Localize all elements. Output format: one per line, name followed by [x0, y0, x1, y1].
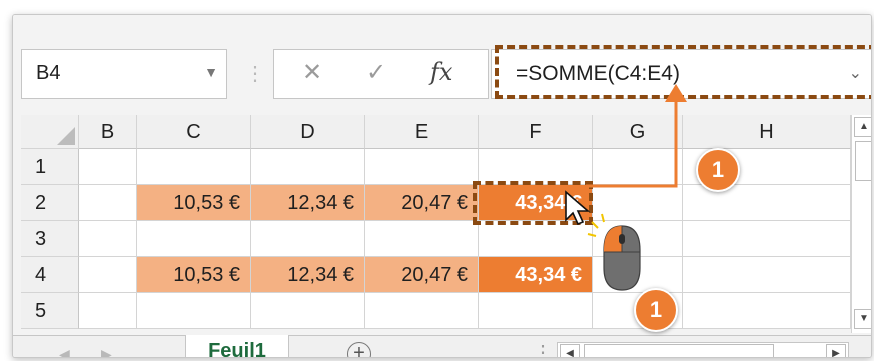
- cell-f4[interactable]: 43,34 €: [479, 257, 593, 293]
- cell-h5[interactable]: [683, 293, 851, 329]
- cell-f3[interactable]: [479, 221, 593, 257]
- cell-e2[interactable]: 20,47 €: [365, 185, 479, 221]
- cell-c1[interactable]: [137, 149, 251, 185]
- column-header-d[interactable]: D: [251, 115, 365, 149]
- sheet-tab-bar: ◀ ▶ Feuil1 + ⋮ ◀ ▶: [13, 335, 871, 357]
- add-sheet-icon[interactable]: +: [347, 342, 371, 357]
- select-all-corner[interactable]: [21, 115, 79, 149]
- cell-e4[interactable]: 20,47 €: [365, 257, 479, 293]
- column-header-f[interactable]: F: [479, 115, 593, 149]
- cell-d5[interactable]: [251, 293, 365, 329]
- cell-h4[interactable]: [683, 257, 851, 293]
- row-header-5[interactable]: 5: [21, 293, 79, 329]
- column-header-h[interactable]: H: [683, 115, 851, 149]
- horizontal-scroll-thumb[interactable]: [584, 344, 774, 357]
- vertical-scrollbar[interactable]: ▲ ▼: [851, 115, 871, 333]
- column-header-b[interactable]: B: [79, 115, 137, 149]
- cell-f1[interactable]: [479, 149, 593, 185]
- name-box[interactable]: B4 ▼: [21, 49, 227, 99]
- cell-d4[interactable]: 12,34 €: [251, 257, 365, 293]
- cell-g2[interactable]: [593, 185, 683, 221]
- cancel-icon[interactable]: ✕: [302, 58, 322, 87]
- scroll-right-icon[interactable]: ▶: [826, 344, 846, 357]
- formula-buttons: ✕ ✓ fx: [273, 49, 489, 99]
- row-header-1[interactable]: 1: [21, 149, 79, 185]
- step-badge-1-bottom: 1: [634, 288, 678, 332]
- dropdown-chevron-icon[interactable]: ▼: [204, 64, 218, 80]
- horizontal-scrollbar[interactable]: ◀ ▶: [557, 342, 849, 357]
- grip-dots: ⋮: [245, 63, 265, 85]
- cell-h3[interactable]: [683, 221, 851, 257]
- row-header-4[interactable]: 4: [21, 257, 79, 293]
- window-top-rim: [13, 15, 871, 33]
- cell-g3[interactable]: [593, 221, 683, 257]
- cell-d2[interactable]: 12,34 €: [251, 185, 365, 221]
- cell-c5[interactable]: [137, 293, 251, 329]
- fx-icon[interactable]: fx: [430, 58, 452, 86]
- cell-d1[interactable]: [251, 149, 365, 185]
- tab-splitter-dots[interactable]: ⋮: [533, 340, 553, 357]
- row-header-2[interactable]: 2: [21, 185, 79, 221]
- cell-b4[interactable]: [79, 257, 137, 293]
- spreadsheet-window: B4 ▼ ⋮ ✕ ✓ fx =SOMME(C4:E4) ⌄ B C D E F …: [12, 14, 872, 358]
- cell-e1[interactable]: [365, 149, 479, 185]
- formula-highlight-box: [495, 45, 871, 99]
- sheet-nav-next-icon[interactable]: ▶: [101, 346, 112, 357]
- selected-cell-highlight-box: [473, 181, 593, 225]
- cell-d3[interactable]: [251, 221, 365, 257]
- cell-b1[interactable]: [79, 149, 137, 185]
- column-header-c[interactable]: C: [137, 115, 251, 149]
- cell-h2[interactable]: [683, 185, 851, 221]
- step-badge-1-top: 1: [696, 148, 740, 192]
- column-header-e[interactable]: E: [365, 115, 479, 149]
- cell-c2[interactable]: 10,53 €: [137, 185, 251, 221]
- scroll-left-icon[interactable]: ◀: [560, 344, 580, 357]
- cell-e5[interactable]: [365, 293, 479, 329]
- cell-c4[interactable]: 10,53 €: [137, 257, 251, 293]
- sheet-tab-feuil1[interactable]: Feuil1: [185, 335, 289, 357]
- vertical-scroll-thumb[interactable]: [855, 141, 871, 181]
- cell-c3[interactable]: [137, 221, 251, 257]
- scroll-down-icon[interactable]: ▼: [854, 309, 871, 329]
- cell-e3[interactable]: [365, 221, 479, 257]
- cell-b5[interactable]: [79, 293, 137, 329]
- row-header-3[interactable]: 3: [21, 221, 79, 257]
- cell-g4[interactable]: [593, 257, 683, 293]
- cell-b2[interactable]: [79, 185, 137, 221]
- sheet-nav-prev-icon[interactable]: ◀: [59, 346, 70, 357]
- name-box-value: B4: [36, 62, 61, 84]
- scroll-up-icon[interactable]: ▲: [854, 117, 871, 137]
- enter-check-icon[interactable]: ✓: [366, 58, 386, 87]
- cell-f5[interactable]: [479, 293, 593, 329]
- column-header-g[interactable]: G: [593, 115, 683, 149]
- cell-b3[interactable]: [79, 221, 137, 257]
- cell-g1[interactable]: [593, 149, 683, 185]
